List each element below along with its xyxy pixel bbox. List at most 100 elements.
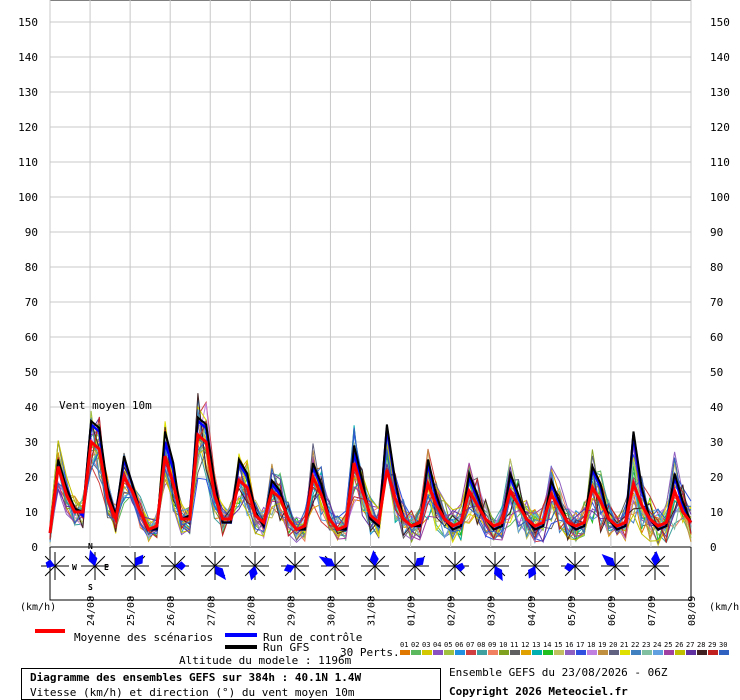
x-date-label: 26/08	[166, 596, 177, 626]
perturbation-swatch	[499, 650, 509, 655]
wind-rose-spoke	[54, 565, 66, 577]
wind-rose	[121, 552, 149, 580]
x-date-label: 29/08	[286, 596, 297, 626]
y-tick-left: 10	[25, 506, 38, 519]
y-tick-left: 30	[25, 436, 38, 449]
wind-rose-spoke	[404, 555, 416, 567]
x-date-label: 28/08	[246, 596, 257, 626]
perturbation-id: 29	[708, 641, 716, 649]
wind-rose	[481, 552, 509, 582]
perturbation-id: 21	[620, 641, 628, 649]
y-tick-left: 80	[25, 261, 38, 274]
wind-rose	[521, 552, 549, 580]
perturbation-swatch	[466, 650, 476, 655]
perturbation-id: 17	[576, 641, 584, 649]
wind-rose-spoke	[164, 555, 176, 567]
perturbation-swatch	[664, 650, 674, 655]
wind-rose-petal	[415, 557, 425, 566]
wind-rose-petal	[248, 566, 258, 581]
wind-rose-spoke	[494, 555, 506, 567]
legend-gfs-swatch	[225, 645, 257, 649]
perturbation-swatch	[598, 650, 608, 655]
perturbation-swatch	[708, 650, 718, 655]
perturbation-id: 15	[554, 641, 562, 649]
y-tick-left: 120	[18, 121, 38, 134]
wind-rose-spoke	[204, 565, 216, 577]
y-tick-left: 70	[25, 296, 38, 309]
perturbation-id: 13	[532, 641, 540, 649]
wind-rose-spoke	[294, 555, 306, 567]
perturbation-swatch	[719, 650, 729, 655]
perturbation-id: 04	[433, 641, 441, 649]
legend-mean-swatch	[35, 629, 65, 633]
y-tick-left: 140	[18, 51, 38, 64]
perturbation-swatch	[686, 650, 696, 655]
inner-label: Vent moyen 10m	[59, 399, 152, 412]
y-tick-left: 110	[18, 156, 38, 169]
y-tick-left: 50	[25, 366, 38, 379]
compass-w: W	[72, 563, 77, 572]
perturbation-id: 26	[675, 641, 683, 649]
x-date-label: 24/08	[86, 596, 97, 626]
legend-control-swatch	[225, 633, 257, 637]
y-tick-right: 10	[710, 506, 723, 519]
wind-rose-spoke	[444, 555, 456, 567]
y-tick-right: 70	[710, 296, 723, 309]
perturbation-swatch	[510, 650, 520, 655]
wind-rose-spoke	[364, 565, 376, 577]
x-date-label: 04/09	[527, 596, 538, 626]
wind-rose-spoke	[604, 565, 616, 577]
footer-subtitle: Vitesse (km/h) et direction (°) du vent …	[30, 686, 355, 699]
wind-rose-spoke	[404, 565, 416, 577]
wind-rose-petal	[215, 566, 227, 581]
y-axis-left: 0 10 20 30 40 50 60 70 80 90 100 110 120 130 140 150	[18, 16, 38, 554]
wind-rose-spoke	[54, 555, 66, 567]
wind-rose-spoke	[254, 555, 266, 567]
wind-rose-spoke	[484, 555, 496, 567]
perturbation-swatch	[521, 650, 531, 655]
y-axis-right: 0 10 20 30 40 50 60 70 80 90 100 110 120 130 140 150	[710, 16, 730, 554]
perturbation-swatch	[697, 650, 707, 655]
x-date-label: 31/08	[367, 596, 378, 626]
perturbation-swatch	[576, 650, 586, 655]
x-date-label: 05/09	[567, 596, 578, 626]
wind-rose-spoke	[294, 565, 306, 577]
perturbation-id: 07	[466, 641, 474, 649]
y-tick-right: 0	[710, 541, 717, 554]
perturbation-id: 14	[543, 641, 551, 649]
wind-rose-spoke	[644, 565, 656, 577]
unit-left: (km/h)	[20, 602, 56, 613]
wind-rose-spoke	[204, 555, 216, 567]
y-tick-right: 40	[710, 401, 723, 414]
perturbation-swatch	[543, 650, 553, 655]
unit-right: (km/h)	[709, 602, 740, 613]
legend-gfs-label: Run GFS	[263, 641, 309, 654]
wind-rose-spoke	[134, 565, 146, 577]
perturbation-id: 23	[642, 641, 650, 649]
wind-rose-spoke	[414, 565, 426, 577]
perturbation-id: 24	[653, 641, 661, 649]
wind-rose-petal	[601, 553, 615, 566]
perturbation-id: 08	[477, 641, 485, 649]
wind-rose	[161, 552, 189, 580]
wind-rose-spoke	[334, 565, 346, 577]
x-date-label: 02/09	[447, 596, 458, 626]
wind-rose	[561, 552, 589, 580]
perturbation-swatch	[400, 650, 410, 655]
perturbation-swatch	[455, 650, 465, 655]
x-date-label: 07/09	[647, 596, 658, 626]
perturbation-legend: 01 02 03 04 05 06 07 08 09 10 11 12 13 14 15 16 17 18 19 20…	[400, 641, 729, 655]
y-tick-right: 20	[710, 471, 723, 484]
wind-rose	[281, 552, 309, 580]
perturbation-id: 20	[609, 641, 617, 649]
perturbation-id: 03	[422, 641, 430, 649]
wind-rose-spoke	[654, 565, 666, 577]
perturbation-swatch	[609, 650, 619, 655]
x-date-label: 06/09	[607, 596, 618, 626]
y-tick-right: 130	[710, 86, 730, 99]
footer-info-box: Diagramme des ensembles GEFS sur 384h : …	[21, 668, 441, 700]
perturbation-swatch	[631, 650, 641, 655]
perturbation-id: 02	[411, 641, 419, 649]
wind-rose-spoke	[334, 555, 346, 567]
perturbation-swatch	[532, 650, 542, 655]
